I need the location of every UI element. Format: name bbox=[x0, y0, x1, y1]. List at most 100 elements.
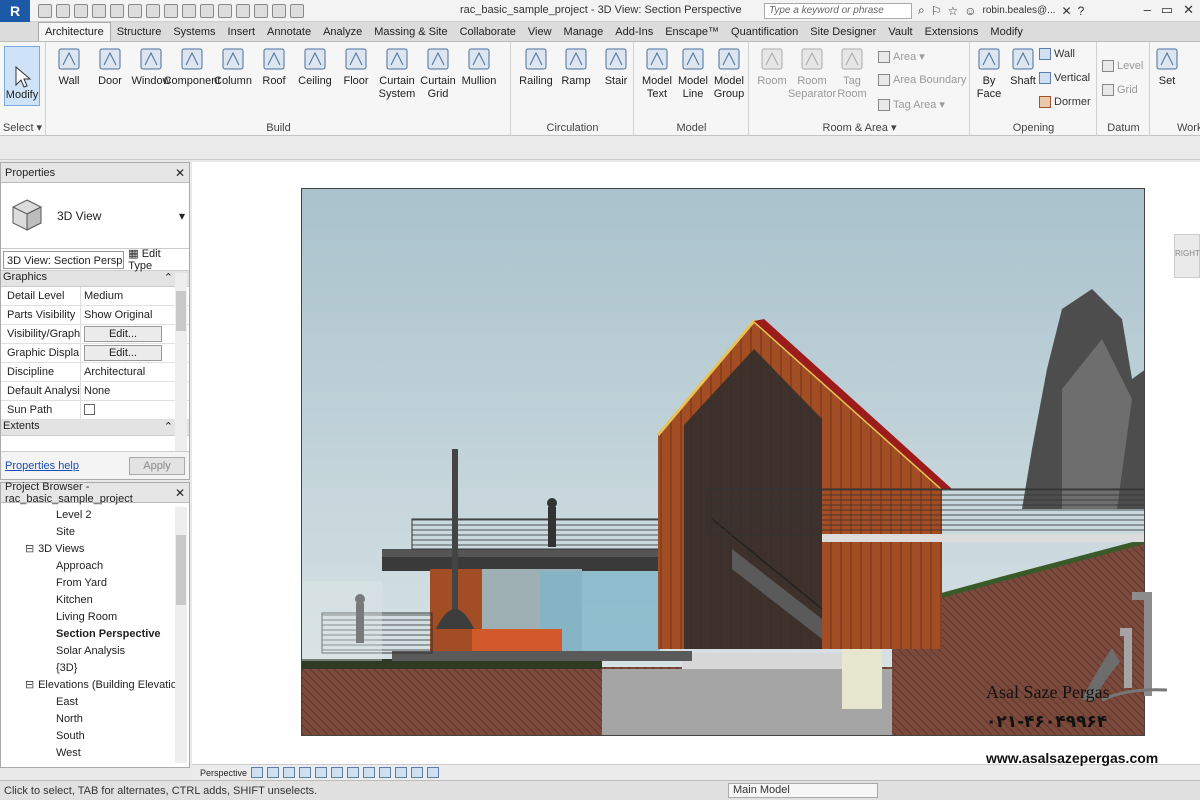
tab-extensions[interactable]: Extensions bbox=[919, 23, 985, 41]
sync-icon[interactable] bbox=[74, 3, 88, 18]
room-separator-tool[interactable]: Room Separator bbox=[788, 46, 836, 101]
properties-help-link[interactable]: Properties help bbox=[5, 460, 79, 472]
sun-path-icon[interactable] bbox=[267, 767, 280, 778]
browser-item-3d-views[interactable]: ⊟ 3D Views bbox=[1, 541, 189, 558]
switch-windows-icon[interactable] bbox=[290, 3, 304, 18]
prop-row-detail-level[interactable]: Detail Level Medium bbox=[1, 287, 189, 306]
properties-scrollbar[interactable] bbox=[175, 273, 187, 453]
user-name[interactable]: robin.beales@... bbox=[983, 5, 1056, 16]
ramp-tool[interactable]: Ramp bbox=[554, 46, 598, 88]
panel-title-select[interactable]: Select ▾ bbox=[0, 121, 45, 134]
section-icon[interactable] bbox=[236, 3, 250, 18]
browser-item-elevations-building-elevation[interactable]: ⊟ Elevations (Building Elevation bbox=[1, 677, 189, 694]
exchange-icon[interactable]: ✕ bbox=[1062, 4, 1072, 18]
3d-view-icon[interactable] bbox=[218, 3, 232, 18]
dormer-tool[interactable]: Dormer bbox=[1039, 96, 1091, 108]
browser-item-3d[interactable]: {3D} bbox=[1, 660, 189, 677]
tab-quantification[interactable]: Quantification bbox=[725, 23, 804, 41]
temp-hide-icon[interactable] bbox=[363, 767, 376, 778]
curtain-grid-tool[interactable]: Curtain Grid bbox=[416, 46, 460, 101]
level-tool[interactable]: Level bbox=[1102, 60, 1143, 72]
tag-room-tool[interactable]: Tag Room bbox=[830, 46, 874, 101]
edit-visibility-button[interactable]: Edit... bbox=[84, 326, 162, 342]
highlight-displacement-icon[interactable] bbox=[411, 767, 424, 778]
edit-type-button[interactable]: ▦ Edit Type bbox=[128, 247, 187, 272]
maximize-icon[interactable]: ▭ bbox=[1161, 2, 1173, 18]
roof-tool[interactable]: Roof bbox=[252, 46, 296, 88]
crop-view-icon[interactable] bbox=[315, 767, 328, 778]
shadows-icon[interactable] bbox=[283, 767, 296, 778]
type-dropdown-icon[interactable]: ▾ bbox=[179, 209, 185, 223]
railing-tool[interactable]: Railing bbox=[514, 46, 558, 88]
tab-add-ins[interactable]: Add-Ins bbox=[609, 23, 659, 41]
browser-scrollbar[interactable] bbox=[175, 507, 187, 763]
tag-area-tool[interactable]: Tag Area ▾ bbox=[878, 98, 945, 111]
tab-structure[interactable]: Structure bbox=[111, 23, 168, 41]
browser-item-from-yard[interactable]: From Yard bbox=[1, 575, 189, 592]
redo-icon[interactable] bbox=[110, 3, 124, 18]
tab-analyze[interactable]: Analyze bbox=[317, 23, 368, 41]
favorites-icon[interactable]: ☆ bbox=[948, 4, 959, 18]
tag-icon[interactable] bbox=[182, 3, 196, 18]
save-icon[interactable] bbox=[56, 3, 70, 18]
tab-insert[interactable]: Insert bbox=[222, 23, 262, 41]
tab-architecture[interactable]: Architecture bbox=[38, 22, 111, 41]
browser-item-level-2[interactable]: Level 2 bbox=[1, 507, 189, 524]
panel-title-room-area[interactable]: Room & Area ▾ bbox=[750, 121, 969, 134]
measure-icon[interactable] bbox=[146, 3, 160, 18]
type-selector[interactable]: 3D View ▾ bbox=[1, 183, 189, 249]
stair-tool[interactable]: Stair bbox=[594, 46, 638, 88]
tab-enscape[interactable]: Enscape™ bbox=[659, 23, 725, 41]
minimize-icon[interactable]: – bbox=[1144, 2, 1151, 18]
subscription-icon[interactable]: ⚐ bbox=[931, 4, 942, 18]
tab-collaborate[interactable]: Collaborate bbox=[454, 23, 522, 41]
help-icon[interactable]: ? bbox=[1078, 4, 1085, 18]
browser-item-site[interactable]: Site bbox=[1, 524, 189, 541]
door-tool[interactable]: Door bbox=[88, 46, 132, 88]
area-tool[interactable]: Area ▾ bbox=[878, 50, 925, 63]
set-tool[interactable]: Set bbox=[1145, 46, 1189, 88]
close-views-icon[interactable] bbox=[272, 3, 286, 18]
show-constraints-icon[interactable] bbox=[427, 767, 440, 778]
shaft-tool[interactable]: Shaft bbox=[1001, 46, 1045, 88]
render-icon[interactable] bbox=[299, 767, 312, 778]
browser-item-solar-analysis[interactable]: Solar Analysis bbox=[1, 643, 189, 660]
browser-item-approach[interactable]: Approach bbox=[1, 558, 189, 575]
component-tool[interactable]: Component bbox=[164, 46, 220, 88]
model-group-tool[interactable]: Model Group bbox=[707, 46, 751, 101]
close-browser-icon[interactable]: ✕ bbox=[175, 486, 185, 500]
browser-item-kitchen[interactable]: Kitchen bbox=[1, 592, 189, 609]
browser-item-living-room[interactable]: Living Room bbox=[1, 609, 189, 626]
wall-tool[interactable]: Wall bbox=[47, 46, 91, 88]
curtain-system-tool[interactable]: Curtain System bbox=[375, 46, 419, 101]
vertical-opening-tool[interactable]: Vertical bbox=[1039, 72, 1090, 84]
user-icon[interactable]: ☺ bbox=[964, 4, 976, 18]
search-input[interactable]: Type a keyword or phrase bbox=[764, 3, 912, 19]
thin-lines-icon[interactable] bbox=[254, 3, 268, 18]
edit-graphic-display-button[interactable]: Edit... bbox=[84, 345, 162, 361]
active-model-dropdown[interactable]: Main Model bbox=[728, 783, 878, 798]
browser-item-north[interactable]: North bbox=[1, 711, 189, 728]
grid-tool[interactable]: Grid bbox=[1102, 84, 1138, 96]
browser-item-south[interactable]: South bbox=[1, 728, 189, 745]
room-tool[interactable]: Room bbox=[750, 46, 794, 88]
dimension-icon[interactable] bbox=[164, 3, 178, 18]
area-boundary-tool[interactable]: Area Boundary bbox=[878, 74, 966, 86]
viewcube[interactable]: RIGHT bbox=[1174, 234, 1200, 278]
browser-item-west[interactable]: West bbox=[1, 745, 189, 762]
prop-row-discipline[interactable]: Discipline Architectural bbox=[1, 363, 189, 382]
tab-manage[interactable]: Manage bbox=[558, 23, 610, 41]
print-icon[interactable] bbox=[128, 3, 142, 18]
modify-button[interactable]: Modify bbox=[4, 46, 40, 106]
column-tool[interactable]: Column bbox=[211, 46, 255, 88]
prop-row-default-analysis[interactable]: Default Analysi... None bbox=[1, 382, 189, 401]
tab-modify[interactable]: Modify bbox=[984, 23, 1028, 41]
browser-item-east[interactable]: East bbox=[1, 694, 189, 711]
close-icon[interactable]: ✕ bbox=[1183, 2, 1194, 18]
close-properties-icon[interactable]: ✕ bbox=[175, 166, 185, 180]
tab-view[interactable]: View bbox=[522, 23, 558, 41]
tab-systems[interactable]: Systems bbox=[167, 23, 221, 41]
app-logo-icon[interactable]: R bbox=[0, 0, 30, 22]
undo-icon[interactable] bbox=[92, 3, 106, 18]
ceiling-tool[interactable]: Ceiling bbox=[293, 46, 337, 88]
